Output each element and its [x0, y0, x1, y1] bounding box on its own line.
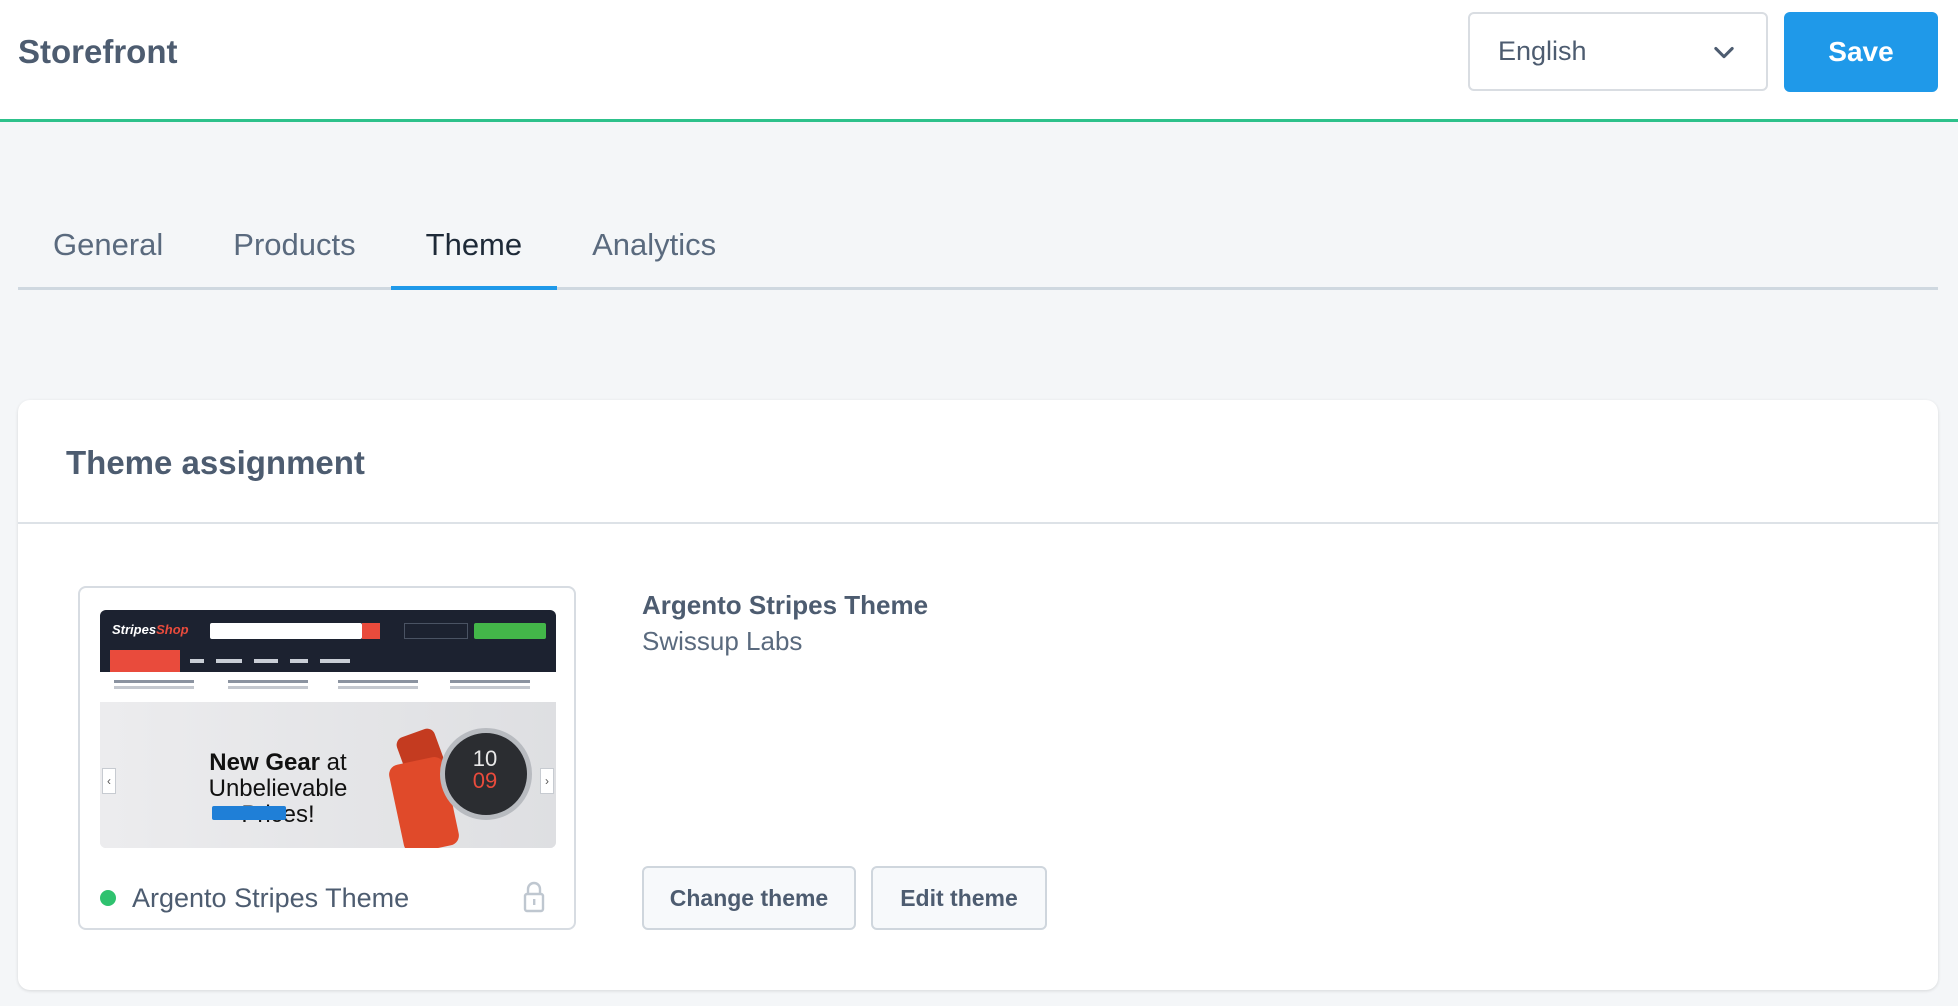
- preview-feature-item: [228, 680, 308, 692]
- preview-cart: [474, 623, 546, 639]
- page-title: Storefront: [18, 33, 178, 70]
- theme-vendor: Swissup Labs: [642, 626, 803, 656]
- preview-feature-item: [450, 680, 530, 692]
- lock-icon: [523, 881, 545, 913]
- theme-tile-name: Argento Stripes Theme: [132, 882, 410, 913]
- language-select[interactable]: English: [1468, 12, 1768, 91]
- preview-search: [210, 623, 362, 639]
- active-status-icon: [100, 890, 116, 906]
- preview-departments: [110, 650, 180, 672]
- theme-preview-image: StripesShop New Gear atUnbelievable Pric…: [100, 610, 556, 848]
- language-select-value: English: [1498, 36, 1587, 66]
- theme-name: Argento Stripes Theme: [642, 590, 929, 620]
- edit-theme-button[interactable]: Edit theme: [871, 866, 1047, 930]
- tab-analytics[interactable]: Analytics: [557, 210, 751, 287]
- preview-feature-item: [338, 680, 418, 692]
- preview-search-button: [362, 623, 380, 639]
- change-theme-button[interactable]: Change theme: [642, 866, 856, 930]
- preview-watch-face: 10 09: [472, 746, 498, 793]
- theme-tile-footer: Argento Stripes Theme: [100, 878, 556, 918]
- top-bar: Storefront English Save: [0, 0, 1958, 122]
- chevron-down-icon: [1714, 46, 1734, 58]
- theme-assignment-card: Theme assignment StripesShop New Gear at…: [18, 400, 1938, 990]
- preview-feature-item: [114, 680, 194, 692]
- tab-products[interactable]: Products: [198, 210, 390, 287]
- theme-tile[interactable]: StripesShop New Gear atUnbelievable Pric…: [78, 586, 576, 930]
- tab-bar: General Products Theme Analytics: [18, 210, 1938, 290]
- preview-cta-button: [212, 806, 286, 820]
- card-title: Theme assignment: [66, 444, 365, 481]
- preview-next-arrow-icon: ›: [540, 768, 554, 794]
- preview-nav-items: [190, 659, 370, 663]
- preview-logo: StripesShop: [112, 622, 189, 637]
- preview-prev-arrow-icon: ‹: [102, 768, 116, 794]
- tab-general[interactable]: General: [18, 210, 198, 287]
- preview-account: [404, 623, 468, 639]
- tab-theme[interactable]: Theme: [390, 210, 558, 290]
- save-button[interactable]: Save: [1784, 12, 1938, 92]
